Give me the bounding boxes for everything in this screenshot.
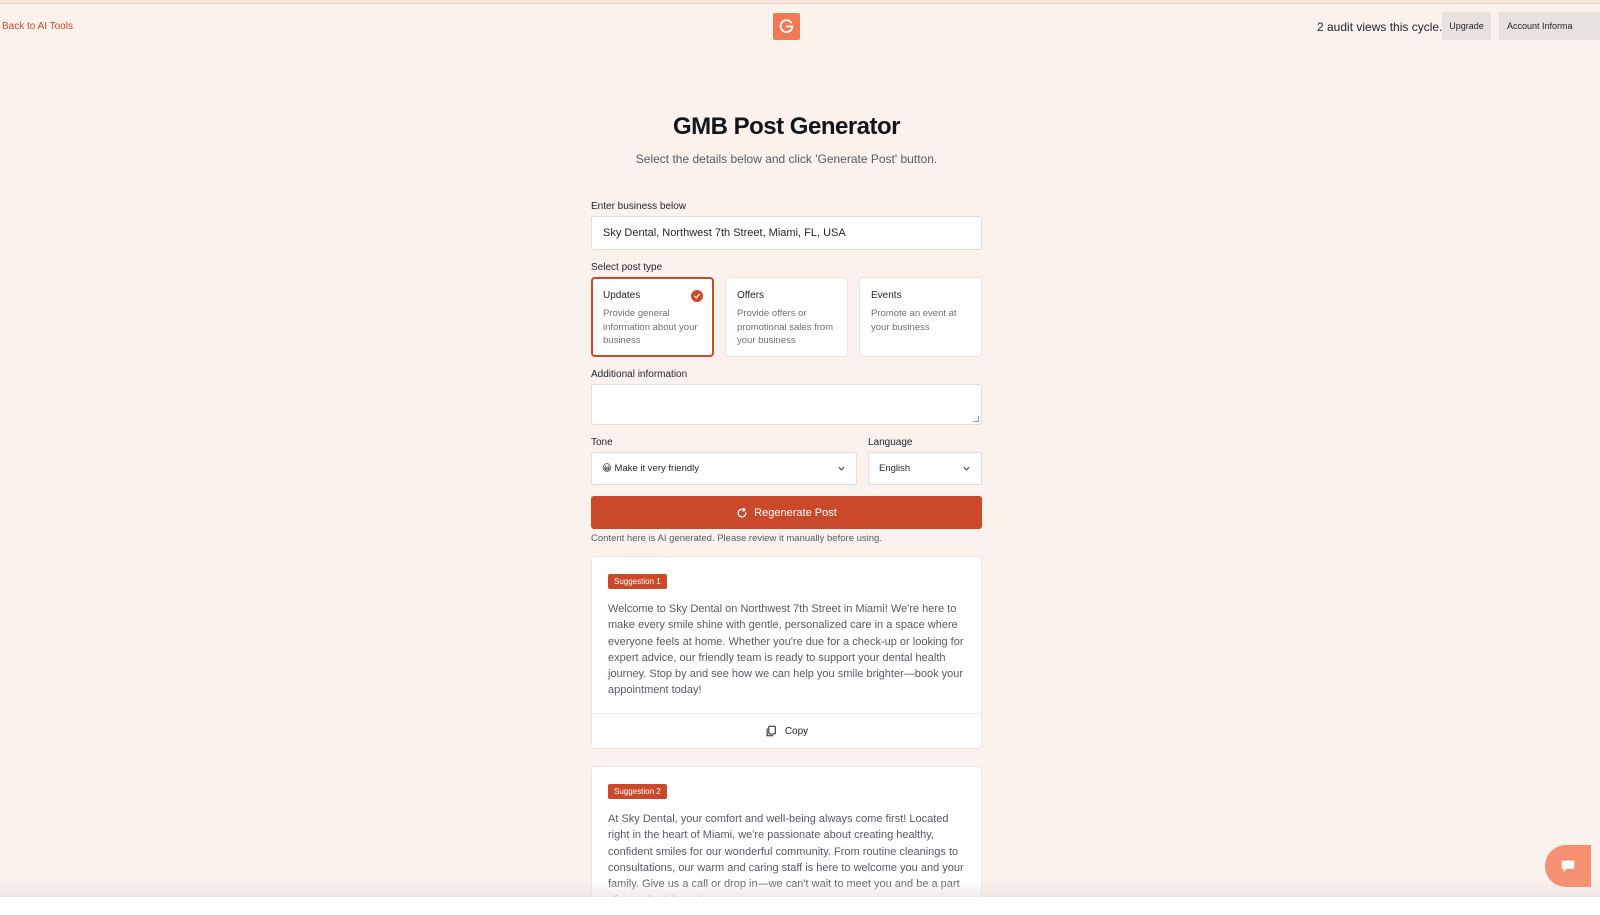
- business-input-value: Sky Dental, Northwest 7th Street, Miami,…: [603, 227, 846, 239]
- suggestion-badge: Suggestion 2: [608, 784, 667, 799]
- page-title: GMB Post Generator: [672, 113, 901, 140]
- post-type-updates-card[interactable]: Updates Provide general information abou…: [591, 277, 714, 357]
- tone-select-value: 😀 Make it very friendly: [602, 463, 700, 474]
- post-type-description: Promote an event at your business: [871, 308, 957, 333]
- regenerate-post-label: Regenerate Post: [754, 506, 837, 519]
- ai-disclaimer: Content here is AI generated. Please rev…: [591, 533, 882, 544]
- check-circle-icon: [691, 290, 703, 302]
- post-type-description: Provide general information about your b…: [603, 308, 698, 346]
- g-logo-glyph: [779, 19, 794, 33]
- post-type-label: Select post type: [591, 262, 663, 273]
- account-information-button[interactable]: Account Informa: [1499, 12, 1600, 40]
- tone-select[interactable]: 😀 Make it very friendly: [591, 452, 857, 485]
- g-logo-icon[interactable]: [773, 13, 800, 40]
- copy-icon: [766, 725, 776, 737]
- suggestion-card: Suggestion 1 Welcome to Sky Dental on No…: [591, 556, 982, 749]
- bottom-bar: [0, 897, 1600, 915]
- suggestion-text: Welcome to Sky Dental on Northwest 7th S…: [608, 603, 964, 697]
- page-subtitle: Select the details below and click 'Gene…: [635, 152, 938, 166]
- chat-icon[interactable]: [1545, 845, 1591, 887]
- post-type-description: Provide offers or promotional sales from…: [737, 308, 834, 346]
- post-type-title: Updates: [603, 290, 641, 301]
- copy-label: Copy: [784, 725, 809, 737]
- chat-glyph: [1561, 860, 1575, 872]
- post-type-title: Offers: [737, 290, 765, 301]
- tone-label: Tone: [591, 437, 613, 448]
- back-to-ai-tools-link[interactable]: Back to AI Tools: [2, 21, 73, 32]
- audit-status-text: 2 audit views this cycle.: [1317, 20, 1443, 34]
- chevron-down-icon: [838, 466, 845, 471]
- suggestion-badge: Suggestion 1: [608, 574, 667, 589]
- post-type-title: Events: [871, 290, 902, 301]
- resize-handle-icon[interactable]: [973, 416, 979, 422]
- post-type-events-card[interactable]: Events Promote an event at your business: [859, 277, 982, 357]
- upgrade-button[interactable]: Upgrade: [1442, 12, 1491, 40]
- business-label: Enter business below: [591, 201, 687, 212]
- language-select-value: English: [879, 463, 911, 474]
- language-select[interactable]: English: [868, 452, 982, 485]
- chevron-down-icon: [963, 466, 970, 471]
- post-type-offers-card[interactable]: Offers Provide offers or promotional sal…: [725, 277, 848, 357]
- top-border: [0, 0, 1600, 4]
- regenerate-post-button[interactable]: Regenerate Post: [591, 496, 982, 529]
- additional-info-textarea[interactable]: [591, 384, 982, 425]
- refresh-icon: [737, 507, 747, 518]
- language-label: Language: [868, 437, 913, 448]
- additional-info-label: Additional information: [591, 369, 688, 380]
- copy-button[interactable]: Copy: [592, 713, 981, 748]
- business-input[interactable]: Sky Dental, Northwest 7th Street, Miami,…: [591, 216, 982, 250]
